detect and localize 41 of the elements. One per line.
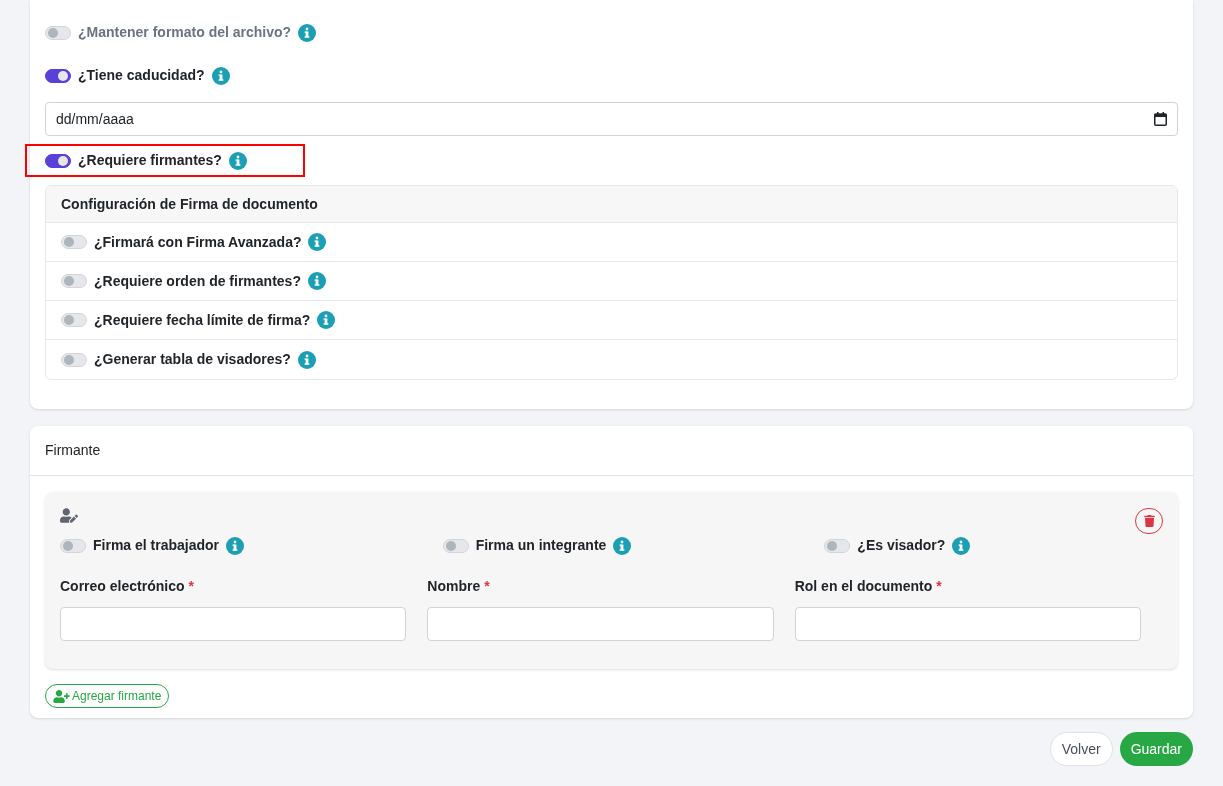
toggle-label: Firma un integrante <box>475 536 607 555</box>
info-icon[interactable] <box>952 536 971 555</box>
required-mark: * <box>484 577 490 596</box>
field-label: Correo electrónico <box>60 577 185 596</box>
toggle-label: ¿Requiere orden de firmantes? <box>94 271 301 291</box>
user-plus-icon <box>53 689 70 703</box>
date-input[interactable]: dd/mm/aaaa <box>56 108 356 130</box>
toggle-label: ¿Requiere firmantes? <box>78 151 222 170</box>
info-icon[interactable] <box>228 151 247 170</box>
info-icon[interactable] <box>211 66 230 85</box>
toggle-label: ¿Mantener formato del archivo? <box>78 23 292 42</box>
trash-icon <box>1143 515 1155 527</box>
toggle-label: ¿Firmará con Firma Avanzada? <box>94 232 302 252</box>
text-field[interactable] <box>794 607 1141 641</box>
date-field[interactable]: dd/mm/aaaa <box>45 102 1178 136</box>
required-mark: * <box>188 577 194 596</box>
card-title: Firmante <box>45 441 101 460</box>
info-icon[interactable] <box>226 536 245 555</box>
toggle-label: ¿Generar tabla de visadores? <box>94 350 291 369</box>
panel-title: Configuración de Firma de documento <box>61 194 318 214</box>
text-field[interactable] <box>60 607 407 641</box>
toggle-switch[interactable] <box>45 68 71 83</box>
info-icon[interactable] <box>613 536 632 555</box>
calendar-icon[interactable] <box>1154 112 1167 126</box>
user-pen-icon <box>60 508 78 523</box>
info-icon[interactable] <box>308 233 327 251</box>
save-button[interactable]: Guardar <box>1119 732 1193 766</box>
toggle-label: ¿Requiere fecha límite de firma? <box>94 310 311 330</box>
text-field[interactable] <box>427 607 774 641</box>
field-label: Nombre <box>427 577 481 596</box>
info-icon[interactable] <box>317 311 336 329</box>
toggle-switch[interactable] <box>45 153 71 168</box>
info-icon[interactable] <box>298 23 317 42</box>
toggle-label: Firma el trabajador <box>93 536 220 555</box>
info-icon[interactable] <box>307 272 326 290</box>
field-label: Rol en el documento <box>794 577 933 596</box>
info-icon[interactable] <box>297 350 316 369</box>
toggle-label: ¿Es visador? <box>857 536 946 555</box>
back-button[interactable]: Volver <box>1049 732 1113 766</box>
toggle-label: ¿Tiene caducidad? <box>78 66 205 85</box>
required-mark: * <box>936 577 942 596</box>
